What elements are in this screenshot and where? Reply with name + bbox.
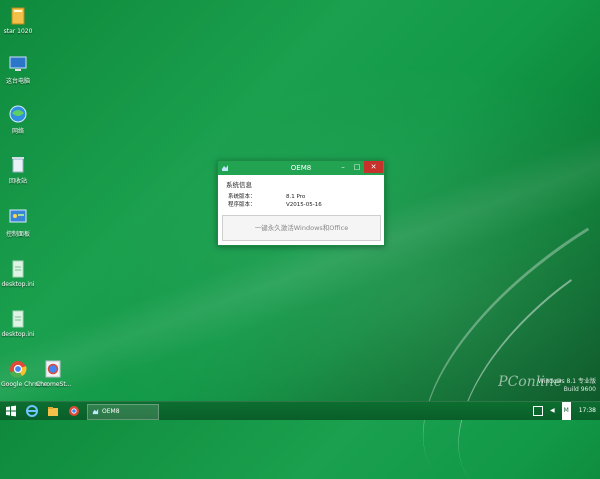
- minimize-button[interactable]: –: [336, 161, 350, 173]
- info-key: 系统版本：: [228, 194, 256, 200]
- taskbar-item-oem8[interactable]: OEM8: [87, 404, 159, 420]
- desktop-icon-folder[interactable]: star 1020: [1, 6, 35, 35]
- chrome-setup-icon: [45, 360, 61, 378]
- desktop-icon-label: desktop.ini: [1, 331, 35, 338]
- desktop-icon-control-panel[interactable]: 控制面板: [1, 207, 35, 238]
- taskbar: OEM8 ◀ M 17:38: [0, 401, 600, 420]
- volume-icon[interactable]: ◀: [550, 402, 555, 420]
- desktop-icon-label: ChromeSt...: [36, 381, 72, 388]
- desktop-icon-network[interactable]: 网络: [1, 104, 35, 135]
- edition-line: Windows 8.1 专业版: [537, 378, 596, 385]
- dialog-titlebar[interactable]: OEM8 – □ ✕: [218, 161, 384, 175]
- explorer-icon[interactable]: [46, 404, 60, 418]
- desktop-icon-label: 这台电脑: [5, 78, 30, 85]
- info-value: V2015-05-16: [286, 202, 322, 208]
- desktop-icon-chrome-setup[interactable]: ChromeSt...: [36, 359, 72, 388]
- desktop-icon-desktop-ini[interactable]: desktop.ini: [1, 309, 35, 338]
- network-tray-icon[interactable]: [533, 406, 544, 416]
- oem8-dialog: OEM8 – □ ✕ 系统信息 系统版本： 8.1 Pro 程序版本： V201…: [217, 160, 385, 246]
- desktop-icon-recycle-bin[interactable]: 回收站: [1, 154, 35, 185]
- activate-button[interactable]: 一键永久激活Windows和Office: [222, 215, 381, 241]
- dialog-title: OEM8: [290, 164, 312, 172]
- maximize-button[interactable]: □: [350, 161, 364, 173]
- file-icon: [12, 310, 24, 328]
- desktop-icon-label: star 1020: [3, 28, 33, 35]
- desktop-icon-label: 控制面板: [5, 231, 30, 238]
- desktop-icon-label: desktop.ini: [1, 281, 35, 288]
- control-panel-icon: [9, 209, 27, 223]
- desktop-icon-google-chrome[interactable]: Google Chrome: [1, 359, 48, 388]
- build-line: Build 9600: [563, 386, 596, 393]
- desktop-icon-label: Google Chrome: [1, 381, 48, 388]
- taskbar-item-label: OEM8: [102, 408, 120, 415]
- info-key: 程序版本：: [228, 202, 256, 208]
- ie-icon[interactable]: [25, 404, 39, 418]
- system-tray: ◀ M 17:38: [533, 402, 596, 420]
- info-value: 8.1 Pro: [286, 194, 306, 200]
- app-icon: [92, 408, 99, 415]
- desktop-icon-label: 回收站: [8, 178, 27, 185]
- app-icon: [222, 165, 228, 171]
- network-icon: [9, 105, 27, 123]
- recycle-bin-icon: [12, 157, 24, 173]
- ime-icon[interactable]: M: [561, 402, 571, 420]
- dialog-body: 系统信息 系统版本： 8.1 Pro 程序版本： V2015-05-16: [218, 175, 384, 213]
- edition-watermark: Windows 8.1 专业版 Build 9600: [538, 378, 596, 394]
- section-title: 系统信息: [226, 181, 252, 189]
- desktop-icon-label: 网络: [11, 128, 24, 135]
- info-row: 程序版本： V2015-05-16: [226, 201, 376, 209]
- close-button[interactable]: ✕: [364, 161, 383, 173]
- computer-icon: [9, 56, 27, 71]
- desktop-icon-desktop-ini[interactable]: desktop.ini: [1, 259, 35, 288]
- file-icon: [12, 260, 24, 278]
- desktop-icon-this-pc[interactable]: 这台电脑: [1, 54, 35, 85]
- info-row: 系统版本： 8.1 Pro: [226, 193, 376, 201]
- start-button[interactable]: [4, 404, 18, 418]
- clock[interactable]: 17:38: [579, 402, 596, 420]
- chrome-taskbar-icon[interactable]: [67, 404, 81, 418]
- folder-icon: [11, 7, 25, 25]
- chrome-icon: [10, 361, 27, 378]
